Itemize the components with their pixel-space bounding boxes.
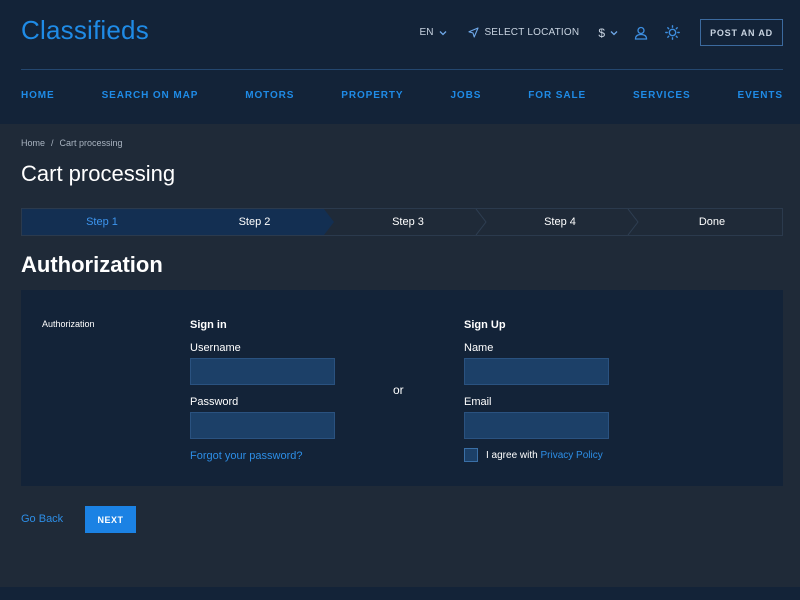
user-account-button[interactable] [634, 26, 648, 40]
password-label: Password [190, 396, 239, 408]
nav-item-services[interactable]: SERVICES [633, 90, 691, 101]
nav-item-for-sale[interactable]: FOR SALE [528, 90, 586, 101]
header-divider [21, 69, 783, 70]
name-input[interactable] [464, 358, 609, 385]
username-input[interactable] [190, 358, 335, 385]
sign-up-title: Sign Up [464, 319, 506, 331]
name-label: Name [464, 342, 494, 354]
go-back-link[interactable]: Go Back [21, 513, 63, 525]
user-icon [634, 26, 648, 40]
username-label: Username [190, 342, 241, 354]
breadcrumb-separator: / [51, 138, 54, 148]
sun-icon [665, 25, 680, 40]
step-1: Step 1 [86, 216, 118, 228]
authorization-card: Authorization Sign in Username Password … [21, 290, 783, 486]
authorization-label: Authorization [42, 319, 95, 329]
nav-item-jobs[interactable]: JOBS [450, 90, 481, 101]
nav-item-property[interactable]: PROPERTY [341, 90, 403, 101]
email-input[interactable] [464, 412, 609, 439]
currency-selector[interactable]: $ [598, 26, 618, 40]
language-selector[interactable]: EN [420, 27, 448, 38]
nav-item-home[interactable]: HOME [21, 90, 55, 101]
location-label: SELECT LOCATION [484, 27, 580, 38]
step-done: Done [698, 216, 726, 228]
password-input[interactable] [190, 412, 335, 439]
main-nav: HOME SEARCH ON MAP MOTORS PROPERTY JOBS … [21, 90, 783, 101]
chevron-down-icon [610, 30, 618, 35]
sign-in-title: Sign in [190, 319, 227, 331]
language-label: EN [419, 27, 434, 38]
breadcrumb-home[interactable]: Home [21, 138, 45, 148]
breadcrumb-current: Cart processing [59, 138, 123, 148]
location-selector[interactable]: SELECT LOCATION [468, 27, 579, 38]
post-ad-button[interactable]: POST AN AD [700, 19, 783, 46]
step-2: Step 2 [238, 216, 271, 228]
location-arrow-icon [468, 27, 479, 38]
step-4: Step 4 [544, 216, 576, 228]
site-logo[interactable]: Classifieds [21, 15, 149, 46]
agree-label: I agree with [486, 450, 538, 461]
header-actions: EN SELECT LOCATION $ POST AN AD [420, 19, 783, 46]
agree-checkbox[interactable] [464, 448, 478, 462]
privacy-policy-link[interactable]: Privacy Policy [540, 450, 602, 461]
theme-toggle[interactable] [665, 25, 680, 40]
nav-item-motors[interactable]: MOTORS [245, 90, 294, 101]
site-header: Classifieds EN SELECT LOCATION $ POST AN… [0, 0, 800, 124]
step-3: Step 3 [392, 216, 424, 228]
checkout-steps: Step 1 Step 2 Step 3 Step 4 Done [21, 208, 783, 236]
currency-label: $ [598, 25, 605, 40]
nav-item-search-on-map[interactable]: SEARCH ON MAP [102, 90, 199, 101]
section-title: Authorization [21, 252, 163, 277]
next-button[interactable]: NEXT [85, 506, 136, 533]
or-divider: or [393, 383, 404, 397]
chevron-down-icon [439, 30, 447, 35]
email-label: Email [464, 396, 492, 408]
nav-item-events[interactable]: EVENTS [738, 90, 783, 101]
breadcrumb: Home / Cart processing [21, 138, 123, 148]
forgot-password-link[interactable]: Forgot your password? [190, 450, 303, 462]
agree-text: I agree with Privacy Policy [486, 450, 603, 461]
page-title: Cart processing [21, 161, 176, 186]
footer [0, 587, 800, 600]
